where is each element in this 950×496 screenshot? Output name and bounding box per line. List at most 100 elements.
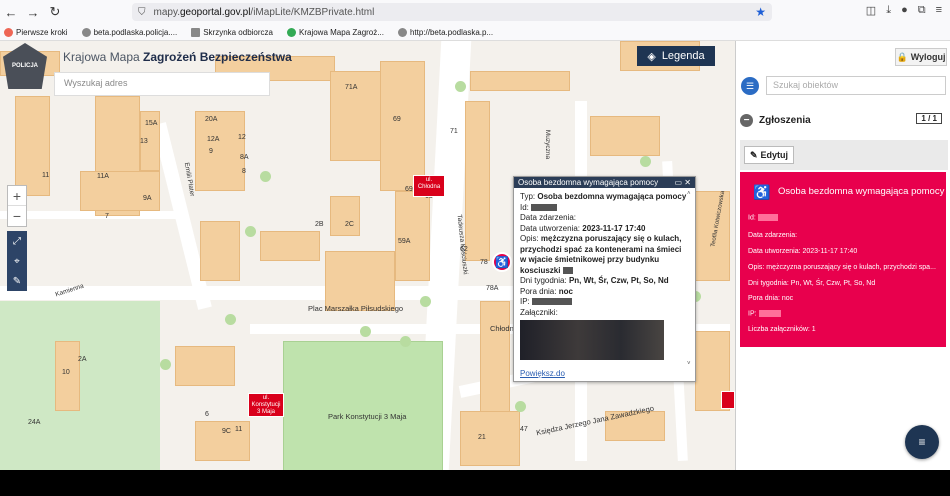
pencil-icon: ✎ <box>749 149 758 160</box>
map-tools: ⤢ ⌖ ✎ <box>7 231 27 291</box>
zoom-in-button[interactable]: + <box>8 186 26 206</box>
forward-icon[interactable]: → <box>22 1 44 23</box>
bookmarks-bar: Pierwsze kroki beta.podlaska.policja....… <box>0 24 950 41</box>
popup-title: Osoba bezdomna wymagająca pomocy <box>518 178 659 187</box>
popup-row-opis: Opis: mężczyzna poruszający się o kulach… <box>520 234 689 276</box>
download-icon[interactable]: ⤓ <box>886 4 891 17</box>
bookmark-item[interactable]: beta.podlaska.policja.... <box>81 27 177 37</box>
tree <box>360 326 371 337</box>
zoom-to-link[interactable]: Powiększ.do <box>520 369 565 378</box>
tag-icon[interactable]: ✎ <box>7 271 27 291</box>
incident-marker[interactable]: ul. Chłodna <box>413 175 445 197</box>
edit-button[interactable]: ✎ Edytuj <box>744 146 794 164</box>
tree <box>455 81 466 92</box>
building <box>15 96 50 196</box>
url-domain: geoportal.gov.pl <box>180 6 251 18</box>
bookmark-favicon-icon <box>4 27 13 37</box>
zoom-out-button[interactable]: − <box>8 206 26 226</box>
popup-row-data-utworzenia: Data utworzenia: 2023-11-17 17:40 <box>520 224 689 235</box>
collapse-icon[interactable]: − <box>740 113 753 127</box>
incident-marker[interactable]: ul. Konstytucji 3 Maja <box>248 393 284 417</box>
tree <box>225 314 236 325</box>
bookmark-star-icon[interactable]: ★ <box>755 5 766 19</box>
bookmark-label: http://beta.podlaska.p... <box>409 27 494 37</box>
app-title-light: Krajowa Mapa <box>63 50 144 64</box>
building <box>195 111 245 191</box>
field-label: Dni tygodnia: <box>520 276 567 285</box>
back-icon[interactable]: ← <box>0 1 22 23</box>
popup-body: Typ: Osoba bezdomna wymagająca pomocy Id… <box>514 188 695 368</box>
globe-icon <box>397 27 407 37</box>
url-prefix: mapy. <box>153 6 181 18</box>
logout-button[interactable]: 🔒 Wyloguj <box>895 48 947 66</box>
house-number: 9C <box>222 428 231 435</box>
report-card[interactable]: ♿ Osoba bezdomna wymagająca pomocy Id: D… <box>740 172 946 347</box>
tree <box>400 336 411 347</box>
list-menu-icon[interactable]: ☰ <box>741 77 759 95</box>
menu-icon[interactable]: ≡ <box>936 4 942 17</box>
road <box>0 211 180 219</box>
profile-icon[interactable]: ● <box>901 4 908 17</box>
street-label: Plac Marszałka Piłsudskiego <box>308 304 404 313</box>
reports-section-header[interactable]: − Zgłoszenia 1 / 1 <box>740 110 946 130</box>
homeless-person-pin-icon[interactable]: ♿ <box>492 252 512 272</box>
building <box>690 191 730 281</box>
field-label: IP: <box>748 310 757 318</box>
card-id: Id: <box>748 214 778 221</box>
scroll-down-icon[interactable]: ˅ <box>687 361 691 367</box>
building <box>590 116 660 156</box>
url-path: /iMapLite/KMZBPrivate.html <box>250 6 375 18</box>
house-number: 69 <box>393 116 401 123</box>
bookmark-item[interactable]: http://beta.podlaska.p... <box>397 27 494 37</box>
attachment-photo[interactable] <box>520 320 664 360</box>
building <box>460 411 520 466</box>
scroll-up-icon[interactable]: ˄ <box>687 191 693 197</box>
extensions-icon[interactable]: ⧉ <box>918 4 926 17</box>
maximize-icon[interactable]: ▭ <box>675 178 683 187</box>
bookmark-item[interactable]: Krajowa Mapa Zagroż... <box>287 27 384 37</box>
tree <box>245 226 256 237</box>
house-number: 12 <box>238 134 246 141</box>
object-search-input[interactable]: Szukaj obiektów <box>766 76 946 95</box>
address-search-input[interactable]: Wyszukaj adres <box>54 72 270 96</box>
bookmark-label: Pierwsze kroki <box>16 27 68 37</box>
logout-label: Wyloguj <box>910 52 946 62</box>
result-count: 1 / 1 <box>916 113 942 124</box>
close-icon[interactable]: ✕ <box>684 178 691 187</box>
bookmark-label: Krajowa Mapa Zagroż... <box>299 27 384 37</box>
incident-marker[interactable] <box>721 391 735 409</box>
building <box>55 341 80 411</box>
fullscreen-icon[interactable]: ⤢ <box>7 231 27 251</box>
field-label: Id: <box>748 214 756 222</box>
park <box>283 341 443 470</box>
edit-label: Edytuj <box>760 150 789 160</box>
bookmark-item[interactable]: Pierwsze kroki <box>4 27 68 37</box>
house-number: 2B <box>315 221 324 228</box>
building <box>260 231 320 261</box>
map-favicon-icon <box>287 27 296 37</box>
bookmark-item[interactable]: Skrzynka odbiorcza <box>191 27 273 37</box>
tree <box>160 359 171 370</box>
house-number: 78 <box>480 259 488 266</box>
house-number: 6 <box>205 411 209 418</box>
url-bar[interactable]: ⛉ mapy. geoportal.gov.pl/iMapLite/KMZBPri… <box>132 3 772 21</box>
house-number: 7 <box>105 213 109 220</box>
toolbar-icons: ◫ ⤓ ● ⧉ ≡ <box>866 4 942 17</box>
filter-button[interactable]: ≡ <box>905 425 939 459</box>
field-value: noc <box>558 286 573 296</box>
card-pora: Pora dnia: noc <box>748 295 794 302</box>
house-number: 2A <box>78 356 87 363</box>
locate-icon[interactable]: ⌖ <box>7 251 27 271</box>
building <box>465 101 490 261</box>
field-label: Data zdarzenia: <box>520 213 577 222</box>
building <box>330 196 360 236</box>
building <box>395 191 430 281</box>
reload-icon[interactable]: ↻ <box>44 1 66 23</box>
popup-scrollbar[interactable]: ˄ ˅ <box>687 191 693 367</box>
tree <box>260 171 271 182</box>
building <box>325 251 395 311</box>
legend-button[interactable]: ◈ Legenda <box>637 46 715 66</box>
pocket-icon[interactable]: ◫ <box>866 4 876 17</box>
section-title: Zgłoszenia <box>759 114 811 126</box>
app-title: Krajowa Mapa Zagrożeń Bezpieczeństwa <box>63 50 292 64</box>
